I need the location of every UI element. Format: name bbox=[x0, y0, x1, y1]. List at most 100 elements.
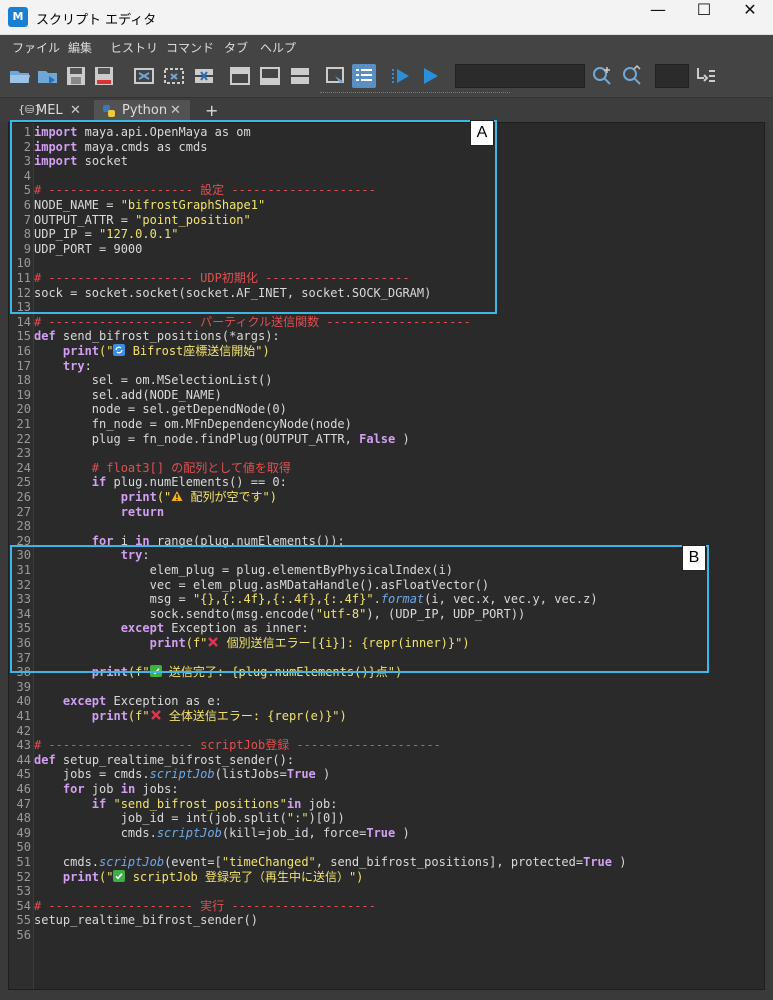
line-number: 26 bbox=[16, 490, 31, 504]
search-down-icon bbox=[593, 67, 611, 85]
code-line: # float3[] の配列として値を取得 bbox=[34, 461, 291, 476]
source-script-button[interactable] bbox=[36, 64, 60, 88]
show-history-button[interactable] bbox=[228, 64, 252, 88]
code-token: cmds. bbox=[34, 855, 100, 869]
line-number: 51 bbox=[16, 855, 31, 869]
code-token: try bbox=[62, 358, 85, 373]
execute-selected-button[interactable] bbox=[390, 64, 414, 88]
line-number: 55 bbox=[16, 913, 31, 928]
line-number: 25 bbox=[16, 475, 31, 490]
code-token: if bbox=[91, 475, 107, 490]
title-bar: M スクリプト エディタ — ☐ ✕ bbox=[0, 0, 773, 35]
code-line: sel = om.MSelectionList() bbox=[34, 373, 273, 388]
save-shelf-icon bbox=[95, 67, 113, 85]
execute-all-button[interactable] bbox=[418, 64, 442, 88]
code-line: except Exception as e: bbox=[34, 694, 222, 709]
code-token: fn_node = om.MFnDependencyNode(node) bbox=[34, 417, 352, 431]
code-line: try: bbox=[34, 359, 92, 374]
line-number: 52 bbox=[16, 869, 31, 884]
search-up-icon bbox=[623, 64, 641, 85]
code-token: (" bbox=[99, 344, 114, 358]
clear-all-button[interactable] bbox=[192, 64, 216, 88]
code-token: (" bbox=[99, 869, 114, 884]
code-line: if plug.numElements() == 0: bbox=[34, 475, 287, 490]
code-token: (kill=job_id, force= bbox=[221, 825, 367, 840]
line-numbers-icon bbox=[356, 69, 372, 81]
tab-mel-close[interactable]: ✕ bbox=[70, 103, 81, 118]
menu-help[interactable]: ヘルプ bbox=[260, 39, 296, 56]
menu-command[interactable]: コマンド bbox=[166, 39, 214, 56]
maximize-button[interactable]: ☐ bbox=[681, 0, 727, 34]
show-both-button[interactable] bbox=[288, 64, 312, 88]
code-token: node = sel.getDependNode(0) bbox=[34, 402, 287, 417]
code-token: , send_bifrost_positions], protected= bbox=[315, 855, 584, 869]
search-field[interactable] bbox=[455, 64, 585, 88]
menu-file[interactable]: ファイル bbox=[12, 39, 60, 56]
clear-history-button[interactable] bbox=[132, 64, 156, 88]
code-token: True bbox=[366, 825, 396, 840]
tab-mel[interactable]: {⛁} MEL ✕ bbox=[14, 100, 90, 122]
tab-python[interactable]: Python ✕ bbox=[94, 100, 190, 122]
menu-edit[interactable]: 編集 bbox=[68, 39, 92, 56]
tab-bar: {⛁} MEL ✕ Python ✕ + bbox=[0, 98, 773, 122]
save-to-shelf-button[interactable] bbox=[92, 64, 116, 88]
code-token: in bbox=[120, 782, 136, 796]
maya-app-icon: M bbox=[8, 7, 28, 27]
code-token: job: bbox=[308, 796, 338, 811]
code-token: return bbox=[120, 504, 165, 519]
line-number: 22 bbox=[16, 431, 31, 446]
minimize-button[interactable]: — bbox=[635, 0, 681, 34]
search-up-button[interactable] bbox=[620, 64, 644, 88]
code-token: job_id = int(job.split( bbox=[34, 811, 287, 826]
code-token: (listJobs= bbox=[214, 767, 287, 782]
emoji-icon bbox=[113, 869, 126, 882]
menu-history[interactable]: ヒストリ bbox=[110, 39, 158, 56]
tab-python-close[interactable]: ✕ bbox=[170, 103, 181, 118]
code-token: ) bbox=[619, 855, 627, 869]
open-script-button[interactable] bbox=[8, 64, 32, 88]
history-panel-icon bbox=[230, 67, 250, 85]
line-numbers-toggle[interactable] bbox=[352, 64, 376, 88]
line-number: 17 bbox=[16, 358, 31, 373]
show-input-button[interactable] bbox=[258, 64, 282, 88]
search-down-button[interactable] bbox=[590, 64, 614, 88]
echo-commands-button[interactable] bbox=[324, 64, 348, 88]
line-number: 40 bbox=[16, 694, 31, 709]
code-token: def bbox=[34, 752, 56, 767]
add-tab-button[interactable]: + bbox=[198, 100, 222, 122]
goto-line-button[interactable] bbox=[694, 64, 718, 88]
split-panel-icon bbox=[291, 68, 309, 84]
save-icon bbox=[67, 67, 85, 85]
code-token: scriptJob bbox=[156, 825, 222, 840]
input-panel-icon bbox=[260, 67, 280, 85]
code-token: True bbox=[583, 855, 612, 869]
code-line: def send_bifrost_positions(*args): bbox=[34, 329, 280, 344]
menu-tab[interactable]: タブ bbox=[224, 39, 248, 56]
clear-all-icon bbox=[195, 69, 213, 83]
code-token: : bbox=[84, 358, 92, 373]
tab-mel-label: MEL bbox=[36, 103, 63, 118]
code-token: in bbox=[286, 796, 302, 811]
code-line: for job in jobs: bbox=[34, 782, 179, 797]
code-token: ) bbox=[323, 767, 331, 782]
menu-bar: ファイル 編集 ヒストリ コマンド タブ ヘルプ bbox=[0, 35, 773, 59]
line-number: 41 bbox=[16, 709, 31, 723]
window-title: スクリプト エディタ bbox=[36, 13, 157, 28]
line-number: 28 bbox=[16, 519, 31, 534]
code-line: # -------------------- パーティクル送信関数 ------… bbox=[34, 315, 471, 330]
line-number: 27 bbox=[16, 504, 31, 519]
code-token: print bbox=[120, 490, 157, 504]
goto-line-field[interactable] bbox=[655, 64, 689, 88]
save-script-button[interactable] bbox=[64, 64, 88, 88]
line-number: 16 bbox=[16, 344, 31, 358]
close-window-button[interactable]: ✕ bbox=[727, 0, 773, 34]
clear-input-button[interactable] bbox=[162, 64, 186, 88]
code-token: # -------------------- scriptJob登録 -----… bbox=[34, 738, 441, 753]
